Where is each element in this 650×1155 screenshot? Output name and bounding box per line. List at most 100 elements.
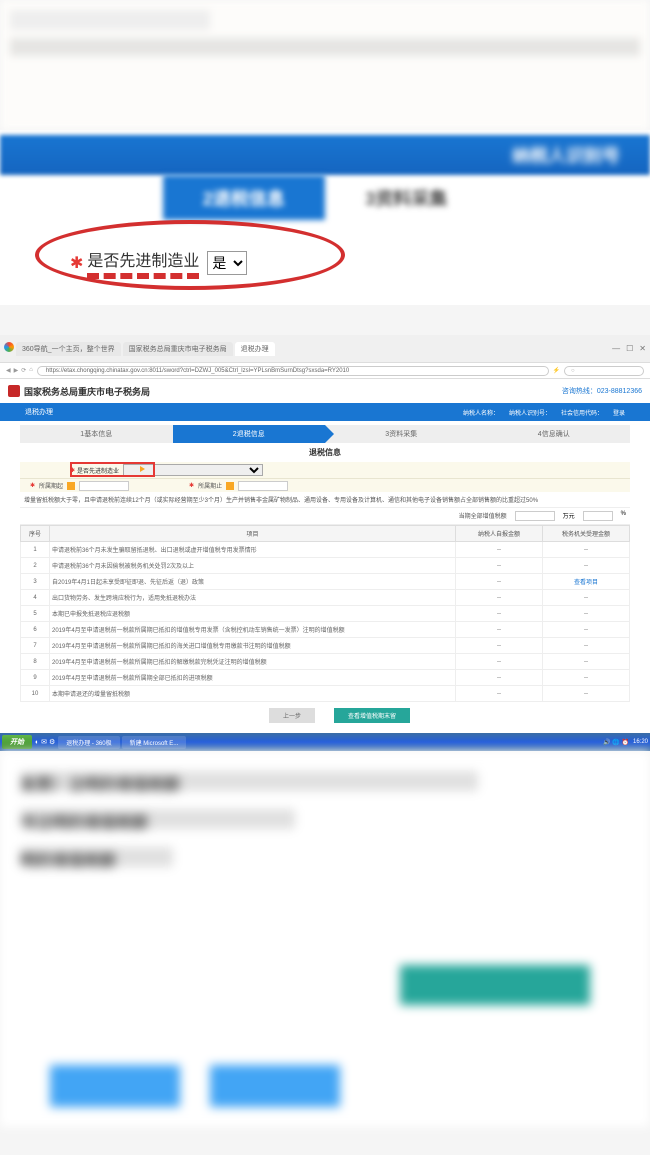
cell-item: 申请退税前36个月未发生骗取留抵退税、出口退税或虚开增值税专用发票情形 <box>50 542 456 558</box>
forward-icon[interactable]: ▶ <box>14 367 19 374</box>
browser-tab-bar: 360导航_一个主页，整个世界 国家税务总局重庆市电子税务局 退税办理 — ☐ … <box>0 335 650 363</box>
step-tab-1[interactable]: 1基本信息 <box>20 425 173 443</box>
view-button[interactable]: 查看增值税期末留 <box>334 708 410 723</box>
cell-item: 申请退税前36个月未因偷税被税务机关处罚2次及以上 <box>50 558 456 574</box>
nav-breadcrumb[interactable]: 退税办理 <box>25 407 53 417</box>
section-title: 退税信息 <box>20 443 630 462</box>
nav-item-login[interactable]: 登录 <box>613 408 625 417</box>
close-icon[interactable]: ✕ <box>639 344 646 353</box>
cell-seq: 2 <box>21 558 50 574</box>
cell-item: 2019年4月至申请退税前一税款所属期全部已抵扣的进项税额 <box>50 670 456 686</box>
highlight-select[interactable]: 是 <box>207 251 247 275</box>
cell-amt2: -- <box>543 622 630 638</box>
cell-amt1[interactable]: -- <box>456 654 543 670</box>
cursor-icon <box>140 466 150 476</box>
cell-amt2: -- <box>543 638 630 654</box>
th-amt1: 纳税人自报金额 <box>456 526 543 542</box>
cell-amt2: -- <box>543 670 630 686</box>
filter-label-start: 所属期起 <box>39 481 63 490</box>
system-tray[interactable]: 🔊 🌐 ⏰ 16:20 <box>603 739 648 746</box>
percent-label: % <box>621 511 626 521</box>
bottom-blurred-area: 发票）注明的增值税额 书注明的增值税额 明的增值税额 <box>0 751 650 1127</box>
blur-prev-button[interactable] <box>50 1065 180 1107</box>
minimize-icon[interactable]: — <box>612 344 620 353</box>
date-end-input[interactable] <box>238 481 288 491</box>
main-screenshot: 360导航_一个主页，整个世界 国家税务总局重庆市电子税务局 退税办理 — ☐ … <box>0 335 650 751</box>
maximize-icon[interactable]: ☐ <box>626 344 633 353</box>
app-title: 国家税务总局重庆市电子税务局 <box>24 385 150 398</box>
table-row: 4 出口货物劳务、发生跨境应税行为，适用免抵退税办法 -- -- <box>21 590 630 606</box>
cell-amt1[interactable]: -- <box>456 638 543 654</box>
cell-amt1[interactable]: -- <box>456 542 543 558</box>
th-amt2: 税务机关受理金额 <box>543 526 630 542</box>
summary-input-amount[interactable] <box>515 511 555 521</box>
cell-seq: 10 <box>21 686 50 702</box>
cell-seq: 4 <box>21 590 50 606</box>
required-star-icon: ✱ <box>70 253 83 273</box>
reload-icon[interactable]: ⟳ <box>21 367 26 374</box>
cell-seq: 9 <box>21 670 50 686</box>
cell-seq: 3 <box>21 574 50 590</box>
cell-seq: 7 <box>21 638 50 654</box>
search-input[interactable]: ○ <box>564 366 644 376</box>
hotline-text: 咨询热线：023-88812366 <box>562 386 642 396</box>
browser-url-bar: ◀ ▶ ⟳ ⌂ https://etax.chongqing.chinatax.… <box>0 363 650 379</box>
blur-teal-button[interactable] <box>400 965 590 1005</box>
blur-next-button[interactable] <box>210 1065 340 1107</box>
th-seq: 序号 <box>21 526 50 542</box>
tray-icons[interactable]: 🔊 🌐 ⏰ <box>603 739 629 746</box>
browser-tab-3[interactable]: 退税办理 <box>235 342 275 356</box>
table-row: 7 2019年4月至申请退税前一税款所属期已抵扣的海关进口增值税专用缴款书注明的… <box>21 638 630 654</box>
taskbar-item-2[interactable]: 新建 Microsoft E... <box>122 736 187 749</box>
blue-nav-bar: 退税办理 纳税人名称： 纳税人识别号： 社会信用代码： 登录 <box>0 403 650 421</box>
cell-amt1[interactable]: -- <box>456 622 543 638</box>
calendar-icon[interactable] <box>226 482 234 490</box>
cell-seq: 8 <box>21 654 50 670</box>
view-link[interactable]: 查看项目 <box>574 580 598 586</box>
cell-amt2: -- <box>543 686 630 702</box>
cell-item: 本期申请退还的增量留抵税额 <box>50 686 456 702</box>
url-input[interactable]: https://etax.chongqing.chinatax.gov.cn:8… <box>37 366 549 376</box>
prev-button[interactable]: 上一步 <box>269 708 315 723</box>
cell-item: 2019年4月至申请退税前一税款所属期已抵扣的解缴税款完税凭证注明的增值税额 <box>50 654 456 670</box>
step-tab-4[interactable]: 4信息确认 <box>478 425 631 443</box>
summary-input-pct[interactable] <box>583 511 613 521</box>
cell-amt2: -- <box>543 606 630 622</box>
lightning-icon[interactable]: ⚡ <box>553 367 560 374</box>
table-row: 8 2019年4月至申请退税前一税款所属期已抵扣的解缴税款完税凭证注明的增值税额… <box>21 654 630 670</box>
calendar-icon[interactable] <box>67 482 75 490</box>
cell-amt1[interactable]: -- <box>456 574 543 590</box>
cell-amt1[interactable]: -- <box>456 590 543 606</box>
start-button[interactable]: 开始 <box>2 735 32 749</box>
clock: 16:20 <box>633 739 648 745</box>
summary-unit: 万元 <box>563 511 575 521</box>
summary-row: 当期全部增值税额 万元 % <box>20 508 630 525</box>
back-icon[interactable]: ◀ <box>6 367 11 374</box>
banner-section: 纳税人识别号 2退税信息 3资料采集 ✱ 是否先进制造业 是 <box>0 130 650 305</box>
step-tabs: 1基本信息 2退税信息 3资料采集 4信息确认 <box>20 425 630 443</box>
table-row: 10 本期申请退还的增量留抵税额 -- -- <box>21 686 630 702</box>
step-tab-3[interactable]: 3资料采集 <box>325 425 478 443</box>
blur-text-2: 书注明的增值税额 <box>20 809 295 829</box>
filter-label-end: 所属期止 <box>198 481 222 490</box>
cell-item: 2019年4月至申请退税前一税款所属期已抵扣的增值税专用发票（含税控机动车销售统… <box>50 622 456 638</box>
home-icon[interactable]: ⌂ <box>29 367 33 374</box>
blur-text-3: 明的增值税额 <box>20 847 173 867</box>
windows-taskbar: 开始 ◐ ✉ ⚙ 退税办理 - 360极 新建 Microsoft E... 🔊… <box>0 733 650 751</box>
cell-amt1[interactable]: -- <box>456 686 543 702</box>
quicklaunch-icon[interactable]: ◐ ✉ ⚙ <box>35 738 55 746</box>
cell-amt2: -- <box>543 558 630 574</box>
cell-amt2: -- <box>543 590 630 606</box>
taskbar-item-1[interactable]: 退税办理 - 360极 <box>58 736 119 749</box>
cell-amt1[interactable]: -- <box>456 606 543 622</box>
step-2-blur: 2退税信息 <box>163 175 326 220</box>
browser-tab-2[interactable]: 国家税务总局重庆市电子税务局 <box>123 342 233 356</box>
cell-item: 本期已申报免抵退税应退税额 <box>50 606 456 622</box>
step-tab-2[interactable]: 2退税信息 <box>173 425 326 443</box>
browser-tab-1[interactable]: 360导航_一个主页，整个世界 <box>16 342 121 356</box>
cell-amt1[interactable]: -- <box>456 670 543 686</box>
date-start-input[interactable] <box>79 481 129 491</box>
blur-text-1: 发票）注明的增值税额 <box>20 771 478 791</box>
required-star-icon: ✱ <box>189 482 194 489</box>
cell-amt1[interactable]: -- <box>456 558 543 574</box>
